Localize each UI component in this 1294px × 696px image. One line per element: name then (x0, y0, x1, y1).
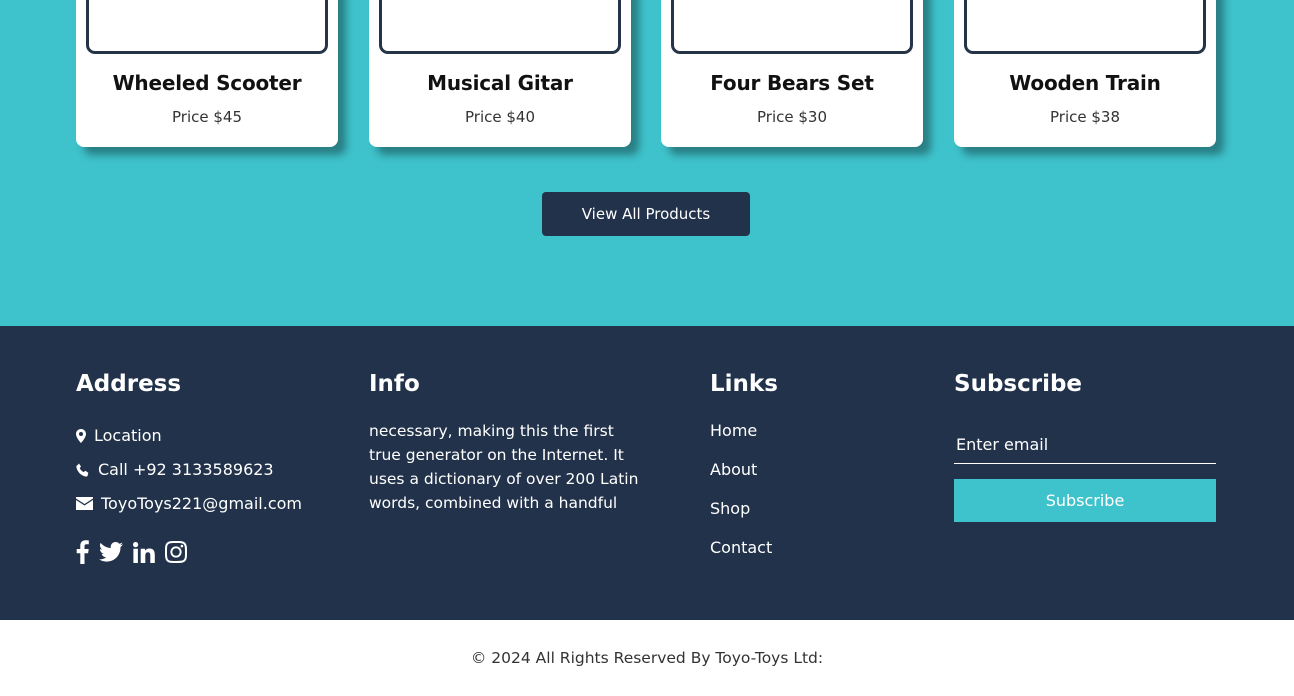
footer-link-shop[interactable]: Shop (710, 499, 750, 518)
view-all-products-button[interactable]: View All Products (542, 192, 750, 236)
email-row[interactable]: ToyoToys221@gmail.com (76, 494, 302, 513)
product-card[interactable]: Musical Gitar Price $40 (369, 0, 631, 147)
product-image[interactable] (86, 0, 328, 54)
product-image[interactable] (379, 0, 621, 54)
email-input[interactable] (954, 426, 1216, 464)
location-row[interactable]: Location (76, 426, 162, 445)
site-footer: Address Location Call +92 3133589623 Toy… (0, 326, 1294, 620)
subscribe-heading: Subscribe (954, 371, 1083, 397)
email-text: ToyoToys221@gmail.com (101, 494, 302, 513)
footer-link-about[interactable]: About (710, 460, 757, 479)
featured-products-section: Wheeled Scooter Price $45 Musical Gitar … (0, 0, 1294, 326)
copyright-text: © 2024 All Rights Reserved By Toyo-Toys … (0, 620, 1294, 696)
product-card[interactable]: Wheeled Scooter Price $45 (76, 0, 338, 147)
product-image[interactable] (671, 0, 913, 54)
product-card[interactable]: Wooden Train Price $38 (954, 0, 1216, 147)
product-name: Musical Gitar (427, 71, 573, 95)
envelope-icon (76, 497, 93, 510)
map-marker-icon (76, 428, 86, 443)
product-price: Price $30 (757, 108, 827, 126)
product-name: Wooden Train (1009, 71, 1161, 95)
product-price: Price $40 (465, 108, 535, 126)
subscribe-button[interactable]: Subscribe (954, 479, 1216, 522)
info-text: necessary, making this the first true ge… (369, 422, 639, 512)
footer-link-contact[interactable]: Contact (710, 538, 772, 557)
phone-row[interactable]: Call +92 3133589623 (76, 460, 274, 479)
product-name: Four Bears Set (710, 71, 874, 95)
info-heading: Info (369, 371, 420, 397)
product-price: Price $38 (1050, 108, 1120, 126)
product-name: Wheeled Scooter (112, 71, 302, 95)
footer-link-home[interactable]: Home (710, 421, 757, 440)
phone-text: Call +92 3133589623 (98, 460, 274, 479)
links-heading: Links (710, 371, 778, 397)
twitter-icon[interactable] (99, 542, 123, 562)
location-text: Location (94, 426, 162, 445)
linkedin-icon[interactable] (133, 541, 155, 563)
product-price: Price $45 (172, 108, 242, 126)
facebook-icon[interactable] (76, 540, 89, 564)
instagram-icon[interactable] (165, 541, 187, 563)
social-links (76, 540, 187, 564)
phone-icon (76, 463, 89, 477)
address-heading: Address (76, 371, 182, 397)
product-image[interactable] (964, 0, 1206, 54)
product-card[interactable]: Four Bears Set Price $30 (661, 0, 923, 147)
